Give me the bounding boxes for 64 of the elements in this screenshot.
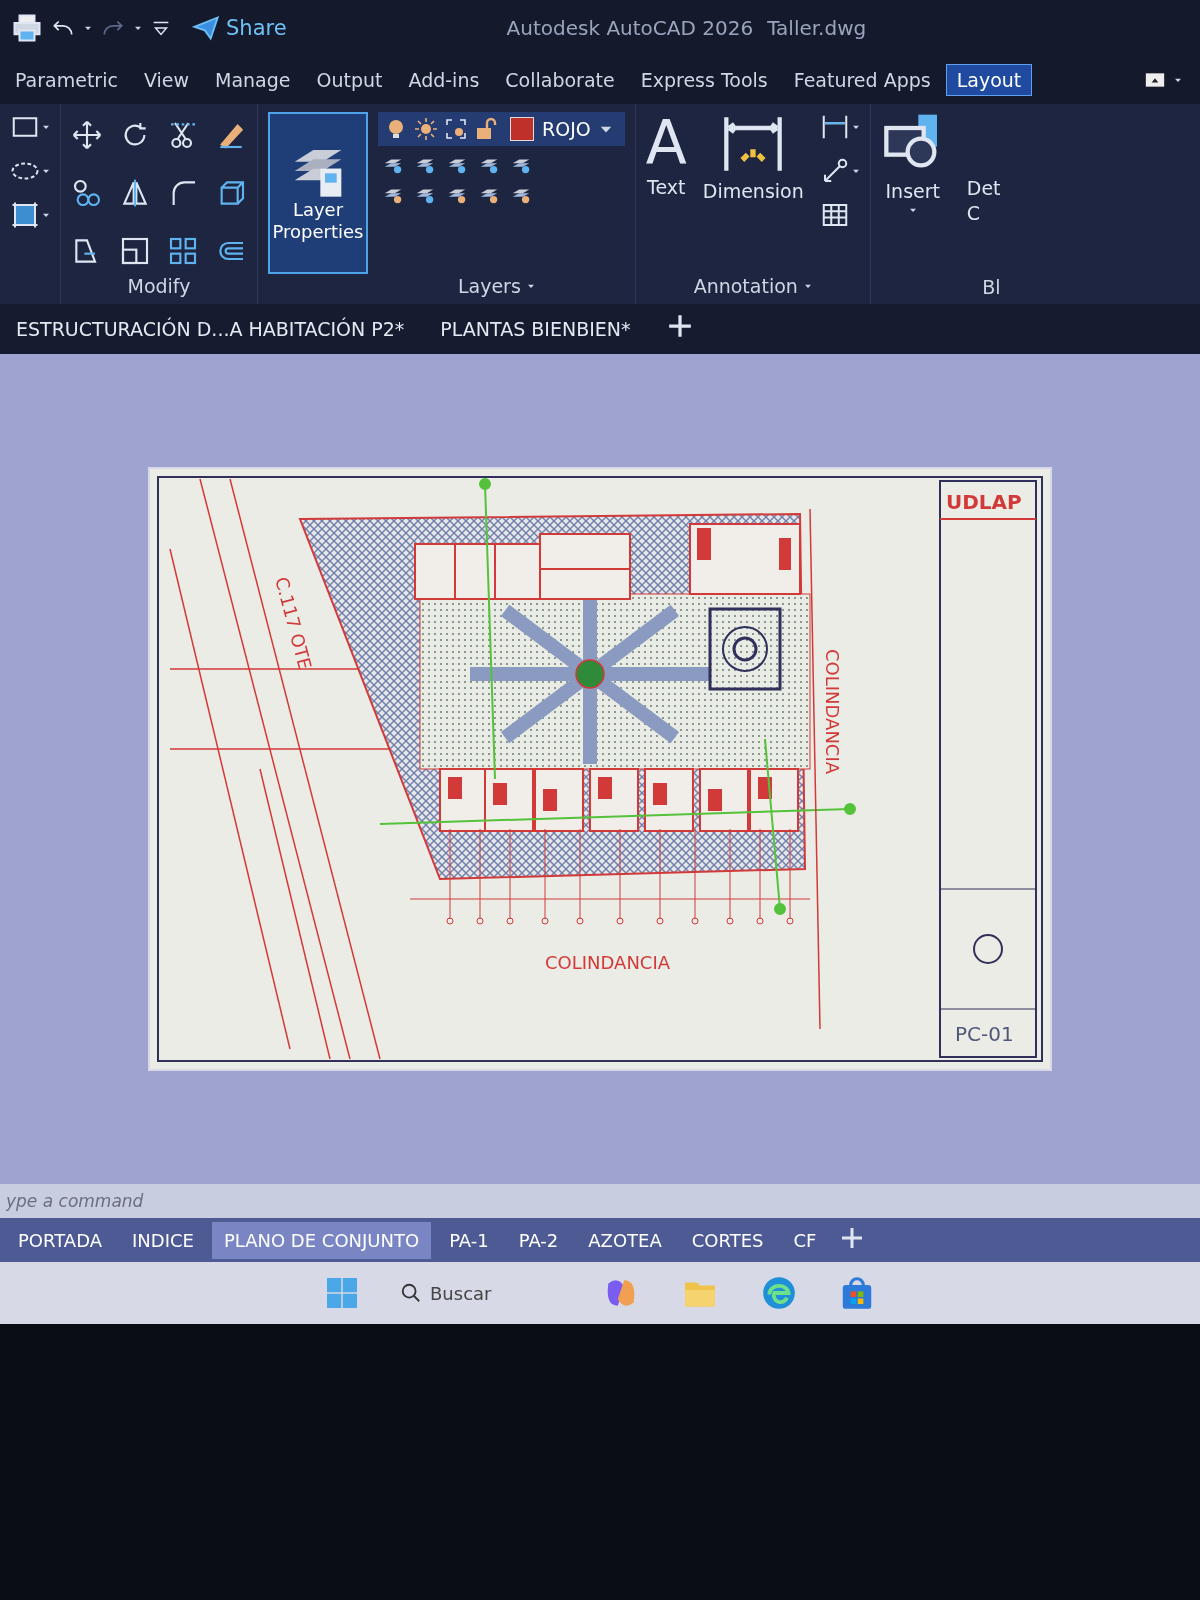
share-button[interactable]: Share	[186, 13, 293, 43]
tree-icon	[575, 659, 605, 689]
caret-icon[interactable]	[803, 282, 812, 290]
browser-icon[interactable]	[760, 1274, 798, 1312]
search-icon	[400, 1282, 422, 1304]
command-input[interactable]: ype a command	[4, 1190, 308, 1212]
ribbon-tab[interactable]: Parametric	[4, 64, 129, 96]
east-boundary-label: COLINDANCIA	[822, 649, 843, 775]
layer-properties-button[interactable]: Layer Properties	[268, 112, 368, 274]
caret-icon[interactable]	[1174, 76, 1182, 84]
letter-a-icon: A	[645, 112, 687, 172]
street-label: C.117 OTE	[271, 574, 316, 672]
file-tab[interactable]: PLANTAS BIENBIEN*	[434, 317, 637, 341]
dimension-tool-button[interactable]: Dimension	[702, 112, 804, 274]
sheet-number: PC-01	[955, 1022, 1014, 1046]
truncated-tool-label: Det C	[966, 178, 1001, 226]
scale-icon[interactable]	[119, 235, 151, 267]
layers-panel-title[interactable]: Layers	[368, 274, 625, 298]
ribbon-tab[interactable]: Layout	[945, 64, 1033, 96]
caret-icon[interactable]	[42, 123, 50, 131]
sheet-tab[interactable]: PA-1	[437, 1221, 501, 1259]
sheet-tab[interactable]: INDICE	[120, 1221, 206, 1259]
caret-icon[interactable]	[42, 167, 50, 175]
ribbon-tab[interactable]: Output	[305, 64, 394, 96]
ribbon-tab[interactable]: View	[132, 64, 200, 96]
caret-icon[interactable]	[526, 282, 535, 290]
taskbar-search-field[interactable]: Buscar	[428, 1281, 562, 1305]
copy-icon[interactable]	[71, 177, 103, 209]
app-title: Autodesk AutoCAD 2026	[506, 16, 754, 40]
paper-plane-icon	[192, 14, 220, 42]
ribbon-tab[interactable]: Express Tools	[629, 64, 779, 96]
sun-icon[interactable]	[414, 117, 438, 141]
caret-icon[interactable]	[851, 123, 860, 131]
sheet-tab[interactable]: CF	[781, 1221, 829, 1259]
caret-icon[interactable]	[134, 24, 142, 32]
sheet-tab[interactable]: PA-2	[506, 1221, 571, 1259]
ribbon-tab[interactable]: Add-ins	[397, 64, 491, 96]
caret-icon[interactable]	[908, 206, 917, 214]
ribbon-tab[interactable]: Manage	[204, 64, 302, 96]
compass-icon	[973, 934, 1003, 964]
caret-icon[interactable]	[84, 24, 92, 32]
move-icon[interactable]	[71, 119, 103, 151]
insert-tool-button[interactable]: Insert	[880, 112, 945, 276]
sheet-tab[interactable]: PORTADA	[6, 1221, 114, 1259]
south-boundary-label: COLINDANCIA	[545, 952, 671, 973]
truncated-panel-title: Bl	[981, 276, 1001, 298]
modify-panel-title[interactable]: Modify	[71, 274, 247, 298]
viewport-freeze-icon[interactable]	[444, 117, 468, 141]
ribbon-tab[interactable]: Collaborate	[494, 64, 626, 96]
padlock-icon[interactable]	[474, 117, 498, 141]
caret-icon[interactable]	[851, 167, 860, 175]
annotation-panel-title[interactable]: Annotation	[645, 274, 860, 298]
file-tab[interactable]: ESTRUCTURACIÓN D...A HABITACIÓN P2*	[10, 317, 411, 341]
plus-icon	[666, 312, 693, 339]
plus-icon	[840, 1225, 865, 1250]
ribbon-tab[interactable]: Featured Apps	[782, 64, 942, 96]
array-icon[interactable]	[167, 235, 199, 267]
sheet-tab[interactable]: AZOTEA	[576, 1221, 674, 1259]
text-tool-button[interactable]: A Text	[645, 112, 687, 274]
caret-icon[interactable]	[42, 211, 50, 219]
file-title: Taller.dwg	[767, 16, 867, 40]
udlap-logo: UDLAP	[946, 490, 1022, 514]
sheet-tab[interactable]: CORTES	[679, 1221, 776, 1259]
print-icon[interactable]	[12, 13, 42, 43]
